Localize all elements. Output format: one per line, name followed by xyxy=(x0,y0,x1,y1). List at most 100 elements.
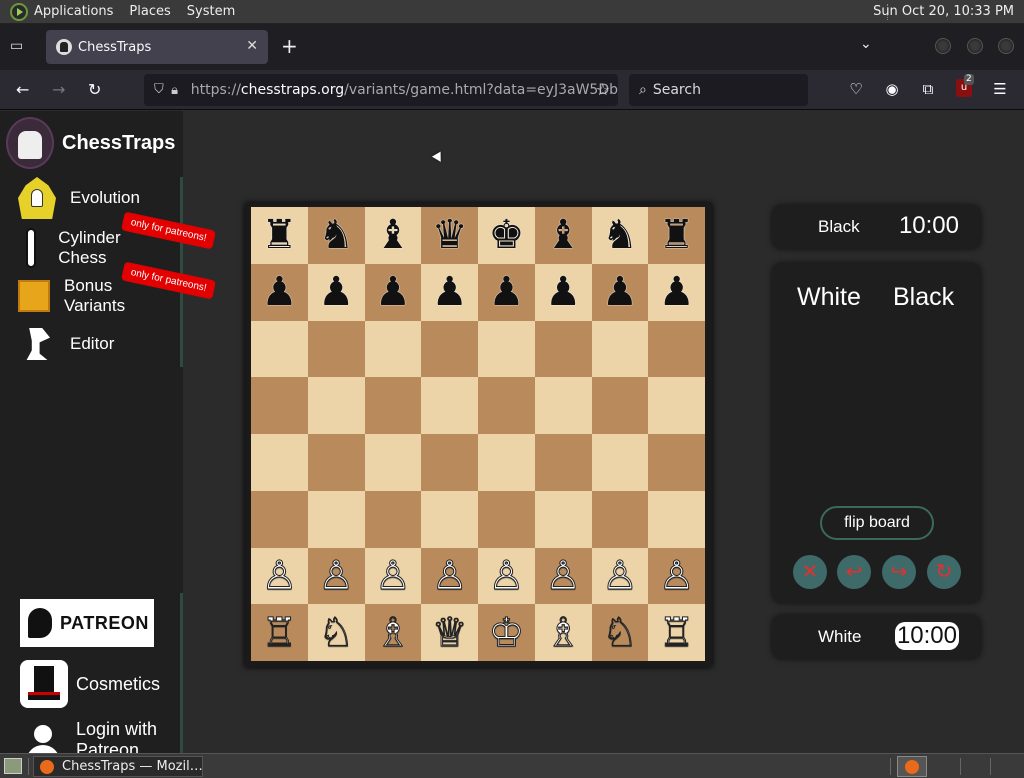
board-square[interactable]: ♗ xyxy=(364,604,422,661)
chess-piece-icon[interactable]: ♘ xyxy=(601,612,638,653)
board-square[interactable]: ♙ xyxy=(591,547,649,605)
board-square[interactable] xyxy=(591,490,649,548)
board-square[interactable] xyxy=(648,377,705,434)
chess-board[interactable]: ♜ ♞ ♝ ♛ ♚ ♝ ♞ ♜ ♟ ♟ ♟ ♟ ♟ ♟ ♟ ♟ ♙ ♙ ♙ ♙ ♙ ♙ ♙ ♙ ♖ ♘ ♗ ♕ ♔ ♗ ♘ ♖ xyxy=(251,207,705,661)
extensions-icon[interactable]: ⧉ xyxy=(919,80,937,98)
list-all-tabs-chevron-icon[interactable]: ⌄ xyxy=(860,36,872,52)
board-square[interactable]: ♜ xyxy=(251,207,308,264)
board-square[interactable] xyxy=(364,490,422,548)
chess-piece-icon[interactable]: ♟ xyxy=(318,272,354,312)
chess-piece-icon[interactable]: ♖ xyxy=(658,612,695,653)
board-square[interactable]: ♝ xyxy=(534,207,592,264)
patreon-logo[interactable]: PATREON xyxy=(20,599,154,647)
undo-arrow-icon[interactable]: ↩ xyxy=(837,555,871,589)
pocket-icon[interactable]: ♡ xyxy=(847,80,865,98)
search-bar[interactable]: ⌕ Search xyxy=(629,74,808,106)
board-square[interactable] xyxy=(648,434,705,491)
cosmetics-link[interactable]: Cosmetics xyxy=(20,660,160,708)
tab-list-icon[interactable]: ▭ xyxy=(10,38,28,54)
board-square[interactable] xyxy=(534,434,592,491)
menu-applications[interactable]: Applications xyxy=(34,4,113,19)
board-square[interactable]: ♝ xyxy=(364,207,422,264)
board-square[interactable]: ♟ xyxy=(421,263,478,321)
system-clock[interactable]: Sun Oct 20, 10:33 PM xyxy=(873,4,1014,19)
chess-piece-icon[interactable]: ♟ xyxy=(602,272,638,312)
board-square[interactable]: ♙ xyxy=(534,547,592,605)
board-square[interactable]: ♙ xyxy=(648,547,705,605)
chess-piece-icon[interactable]: ♕ xyxy=(431,612,468,653)
chess-piece-icon[interactable]: ♗ xyxy=(374,612,411,653)
bookmark-star-icon[interactable]: ☆ xyxy=(596,80,610,99)
chess-piece-icon[interactable]: ♞ xyxy=(602,215,638,255)
board-square[interactable]: ♙ xyxy=(364,547,422,605)
board-square[interactable]: ♕ xyxy=(421,604,478,661)
board-square[interactable]: ♙ xyxy=(421,547,478,605)
chess-piece-icon[interactable]: ♙ xyxy=(431,555,468,596)
chess-piece-icon[interactable]: ♟ xyxy=(432,272,468,312)
board-square[interactable]: ♙ xyxy=(307,547,365,605)
chess-piece-icon[interactable]: ♟ xyxy=(375,272,411,312)
chess-piece-icon[interactable]: ♛ xyxy=(432,215,468,255)
board-square[interactable]: ♛ xyxy=(421,207,478,264)
distro-logo-icon[interactable] xyxy=(10,2,28,21)
board-square[interactable] xyxy=(251,434,308,491)
board-square[interactable] xyxy=(648,490,705,548)
chess-piece-icon[interactable]: ♟ xyxy=(659,272,695,312)
reload-icon[interactable]: ↻ xyxy=(88,80,101,99)
board-square[interactable]: ♚ xyxy=(478,207,535,264)
board-square[interactable] xyxy=(251,490,308,548)
board-square[interactable] xyxy=(478,377,535,434)
show-desktop-icon[interactable] xyxy=(4,758,22,774)
chess-piece-icon[interactable]: ♞ xyxy=(318,215,354,255)
board-square[interactable] xyxy=(478,490,535,548)
tab-close-icon[interactable]: ✕ xyxy=(246,38,258,54)
board-square[interactable]: ♟ xyxy=(591,263,649,321)
board-square[interactable] xyxy=(307,377,365,434)
board-square[interactable]: ♖ xyxy=(648,604,705,661)
board-square[interactable]: ♞ xyxy=(591,207,649,264)
account-icon[interactable]: ◉ xyxy=(883,80,901,98)
board-square[interactable]: ♔ xyxy=(478,604,535,661)
board-square[interactable]: ♘ xyxy=(591,604,649,661)
menu-system[interactable]: System xyxy=(187,4,235,19)
board-square[interactable] xyxy=(478,320,535,378)
board-square[interactable] xyxy=(421,320,478,378)
chess-piece-icon[interactable]: ♜ xyxy=(659,215,695,255)
chess-piece-icon[interactable]: ♖ xyxy=(261,612,298,653)
window-minimize-button[interactable] xyxy=(935,38,951,54)
chess-piece-icon[interactable]: ♗ xyxy=(545,612,582,653)
board-square[interactable]: ♙ xyxy=(478,547,535,605)
chess-piece-icon[interactable]: ♝ xyxy=(375,215,411,255)
window-close-button[interactable] xyxy=(998,38,1014,54)
chess-piece-icon[interactable]: ♚ xyxy=(488,215,524,255)
sidebar-item-bonus-variants[interactable]: Bonus Variants xyxy=(18,275,138,317)
board-square[interactable]: ♞ xyxy=(307,207,365,264)
board-square[interactable] xyxy=(307,320,365,378)
board-square[interactable]: ♙ xyxy=(251,547,308,605)
chess-piece-icon[interactable]: ♜ xyxy=(261,215,297,255)
board-square[interactable] xyxy=(591,434,649,491)
board-square[interactable] xyxy=(364,434,422,491)
board-square[interactable]: ♘ xyxy=(307,604,365,661)
tracking-shield-icon[interactable]: ⛉ xyxy=(154,82,165,98)
workspace-switcher[interactable] xyxy=(897,756,927,777)
board-square[interactable]: ♖ xyxy=(251,604,308,661)
board-square[interactable] xyxy=(364,320,422,378)
board-square[interactable] xyxy=(421,434,478,491)
tab-chesstraps[interactable]: ChessTraps ✕ xyxy=(46,30,268,64)
board-square[interactable] xyxy=(307,434,365,491)
board-square[interactable] xyxy=(251,320,308,378)
brand[interactable]: ChessTraps xyxy=(6,117,175,169)
hamburger-menu-icon[interactable]: ☰ xyxy=(991,80,1009,98)
chess-piece-icon[interactable]: ♘ xyxy=(318,612,355,653)
board-square[interactable] xyxy=(307,490,365,548)
board-square[interactable]: ♟ xyxy=(307,263,365,321)
sidebar-item-editor[interactable]: Editor xyxy=(18,323,114,365)
board-square[interactable]: ♟ xyxy=(478,263,535,321)
board-square[interactable] xyxy=(591,320,649,378)
taskbar-window-firefox[interactable]: ChessTraps — Mozil… xyxy=(33,756,203,777)
board-square[interactable] xyxy=(364,377,422,434)
chess-piece-icon[interactable]: ♙ xyxy=(601,555,638,596)
forward-arrow-icon[interactable]: → xyxy=(52,80,65,99)
window-maximize-button[interactable] xyxy=(967,38,983,54)
